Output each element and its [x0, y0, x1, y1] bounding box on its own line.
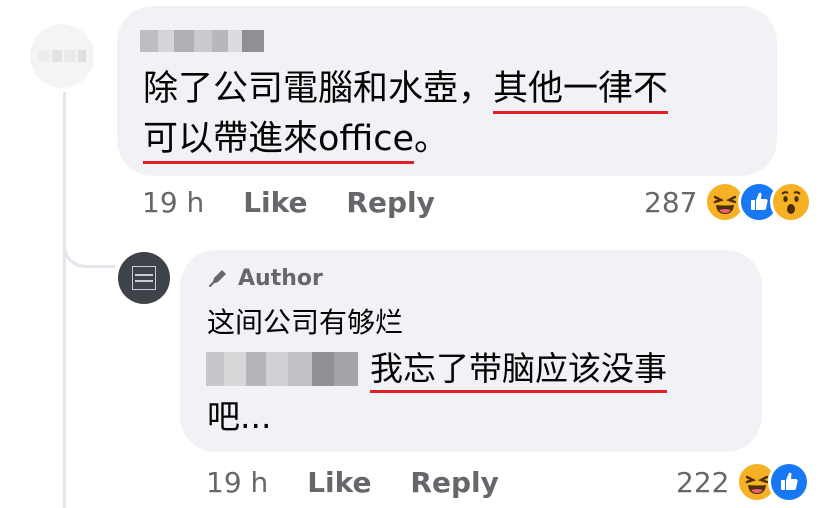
like-button[interactable]: Like — [243, 186, 307, 219]
reply-text-line1: 这间公司有够烂 — [207, 306, 404, 339]
comment-highlight: 可以帶進來office — [143, 119, 415, 164]
reply-highlight: 我忘了带脑应该没事 — [370, 349, 667, 393]
reply-text-line3: 吧... — [207, 397, 272, 436]
author-badge: Author — [208, 264, 323, 294]
reply-text-line2: 我忘了带脑应该没事 — [370, 348, 667, 393]
comment-text-part: 除了公司電腦和水壺， — [143, 69, 494, 109]
reaction-count[interactable]: 222 — [676, 466, 729, 500]
comment-actions: 19 h Like Reply — [142, 186, 435, 220]
comment-highlight: 其他一律不 — [493, 69, 669, 114]
pen-icon — [208, 266, 230, 288]
thread-line — [63, 92, 66, 508]
author-avatar[interactable] — [118, 252, 170, 304]
reply-button[interactable]: Reply — [410, 466, 498, 499]
like-icon[interactable] — [768, 461, 810, 503]
thread-connector — [63, 210, 115, 268]
reply-button[interactable]: Reply — [346, 186, 434, 219]
comment-text-part: 。 — [414, 119, 450, 159]
comment-text-line2: 可以帶進來office。 — [143, 116, 450, 164]
author-label: Author — [238, 266, 323, 291]
commenter-avatar[interactable] — [30, 24, 94, 88]
reply-timestamp[interactable]: 19 h — [206, 466, 268, 499]
reaction-count[interactable]: 287 — [644, 186, 697, 220]
commenter-name-redacted[interactable] — [140, 30, 264, 52]
mention-redacted[interactable] — [206, 352, 358, 386]
like-button[interactable]: Like — [307, 466, 371, 499]
comment-text-line1: 除了公司電腦和水壺，其他一律不 — [143, 66, 669, 114]
comment-timestamp[interactable]: 19 h — [142, 186, 204, 219]
reply-actions: 19 h Like Reply — [206, 466, 499, 500]
wow-icon[interactable] — [770, 181, 812, 223]
